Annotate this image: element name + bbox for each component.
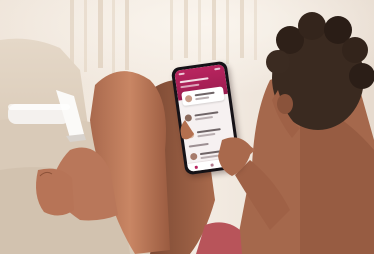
photo-scene: [0, 0, 374, 254]
thumb: [180, 120, 194, 140]
hand: [218, 137, 252, 176]
hand-overlay: [180, 120, 252, 176]
